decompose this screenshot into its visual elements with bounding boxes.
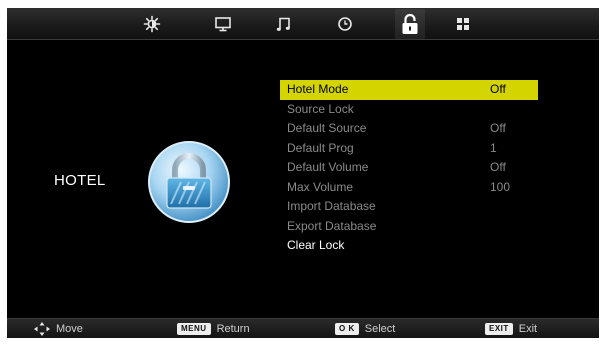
menu-item-hotel-mode[interactable]: Hotel Mode Off — [280, 80, 538, 100]
help-select: O K Select — [335, 319, 395, 338]
help-bar: Move MENU Return O K Select EXIT Exit — [7, 318, 599, 338]
menu-item-clear-lock[interactable]: Clear Lock — [280, 236, 538, 256]
grid-icon — [457, 18, 469, 30]
tab-picture[interactable] — [139, 11, 165, 37]
help-move-label: Move — [56, 323, 83, 335]
menu-item-source-lock[interactable]: Source Lock — [280, 100, 538, 120]
menu-item-value: Off — [490, 82, 506, 96]
help-exit-label: Exit — [518, 323, 538, 335]
menu-item-max-volume[interactable]: Max Volume 100 — [280, 178, 538, 198]
exit-key-badge: EXIT — [485, 323, 513, 335]
menu-key-badge: MENU — [177, 323, 211, 335]
menu-item-value: Off — [490, 121, 506, 135]
screenshot-frame: HOTEL Hotel Mode Off Source Lock Default… — [0, 0, 606, 345]
help-return: MENU Return — [177, 319, 250, 338]
tab-time[interactable] — [332, 11, 358, 37]
tab-sound[interactable] — [271, 11, 297, 37]
tab-setup[interactable] — [450, 11, 476, 37]
menu-item-label: Hotel Mode — [287, 82, 349, 96]
menu-item-export-database[interactable]: Export Database — [280, 217, 538, 237]
hotel-menu-list: Hotel Mode Off Source Lock Default Source Of… — [280, 80, 538, 256]
picture-settings-icon — [143, 15, 161, 33]
help-return-label: Return — [216, 323, 250, 335]
menu-item-label: Source Lock — [287, 101, 354, 116]
padlock-badge-icon — [147, 140, 231, 224]
help-move: Move — [34, 319, 83, 338]
menu-item-value: Off — [490, 160, 506, 174]
menu-item-default-volume[interactable]: Default Volume Off — [280, 158, 538, 178]
menu-item-label: Default Source — [287, 121, 367, 135]
menu-item-default-prog[interactable]: Default Prog 1 — [280, 139, 538, 159]
help-exit: EXIT Exit — [485, 319, 537, 338]
menu-item-label: Default Volume — [287, 160, 369, 174]
music-note-icon — [276, 17, 290, 31]
screen-icon — [215, 17, 231, 32]
menu-item-label: Clear Lock — [287, 238, 345, 252]
menu-item-label: Max Volume — [287, 179, 354, 194]
menu-item-value: 1 — [490, 140, 497, 155]
help-select-label: Select — [364, 323, 396, 335]
clock-icon — [338, 17, 352, 31]
lock-icon — [402, 13, 418, 34]
ok-key-badge: O K — [335, 323, 359, 335]
menu-item-default-source[interactable]: Default Source Off — [280, 119, 538, 139]
menu-item-label: Import Database — [287, 199, 376, 213]
menu-item-value: 100 — [490, 179, 511, 194]
menu-item-label: Default Prog — [287, 140, 354, 155]
tab-screen[interactable] — [210, 11, 236, 37]
menu-tab-bar — [7, 8, 599, 40]
menu-item-label: Export Database — [287, 218, 377, 233]
section-title: HOTEL — [54, 172, 106, 189]
tv-osd: HOTEL Hotel Mode Off Source Lock Default… — [7, 8, 599, 338]
tab-lock[interactable] — [395, 9, 425, 39]
menu-item-import-database[interactable]: Import Database — [280, 197, 538, 217]
navigation-arrows-icon — [34, 322, 50, 336]
